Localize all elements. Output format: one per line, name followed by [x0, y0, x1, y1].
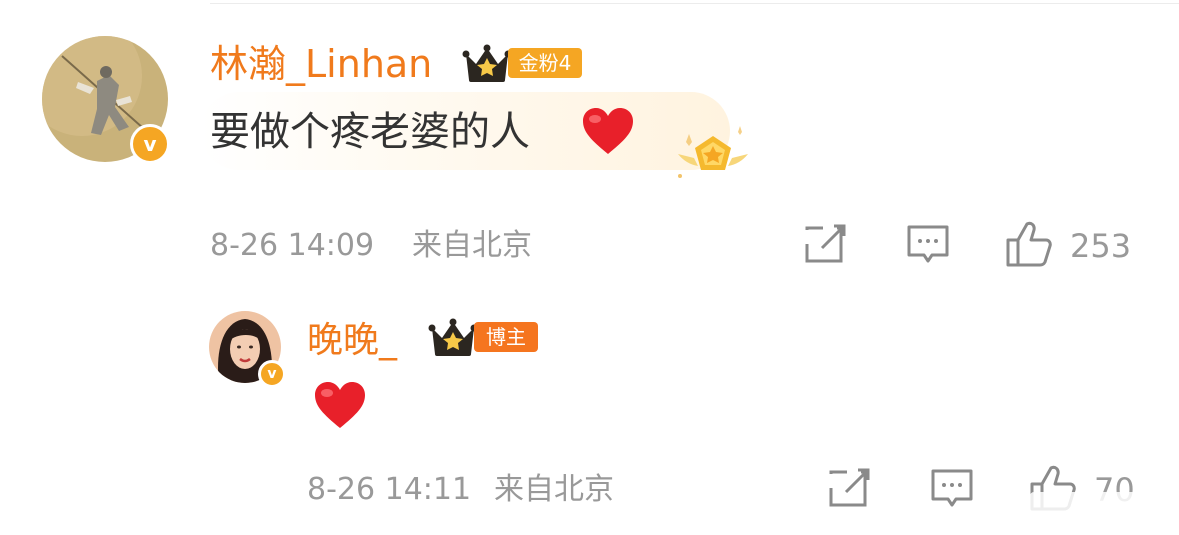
star-medal-icon [678, 126, 748, 178]
heart-emoji-icon [315, 382, 365, 428]
reply-location: 来自北京 [494, 472, 614, 507]
comment-icon[interactable] [906, 224, 950, 266]
crown-icon [428, 318, 478, 356]
avatar[interactable]: v [209, 311, 286, 388]
comment-location: 来自北京 [412, 228, 532, 263]
watermark-overlay [1030, 492, 1170, 522]
like-count: 253 [1070, 227, 1132, 265]
comment-time: 8-26 14:09 [210, 228, 375, 263]
comment-icon[interactable] [930, 468, 974, 510]
fan-level-badge: 金粉4 [508, 48, 582, 78]
username[interactable]: 林瀚_Linhan [210, 40, 432, 88]
reply-time: 8-26 14:11 [307, 472, 472, 507]
share-icon[interactable] [804, 224, 848, 264]
author-badge: 博主 [474, 322, 538, 352]
comment-text: 要做个疼老婆的人 [210, 109, 530, 155]
share-icon[interactable] [828, 468, 872, 508]
crown-icon [462, 44, 512, 82]
heart-emoji-icon [583, 108, 633, 154]
like-icon[interactable] [1004, 220, 1054, 268]
verified-v-icon: v [258, 360, 286, 388]
username[interactable]: 晚晚_ [307, 318, 397, 364]
top-divider [210, 3, 1179, 4]
verified-v-icon: v [130, 124, 170, 164]
avatar[interactable]: v [42, 36, 170, 164]
